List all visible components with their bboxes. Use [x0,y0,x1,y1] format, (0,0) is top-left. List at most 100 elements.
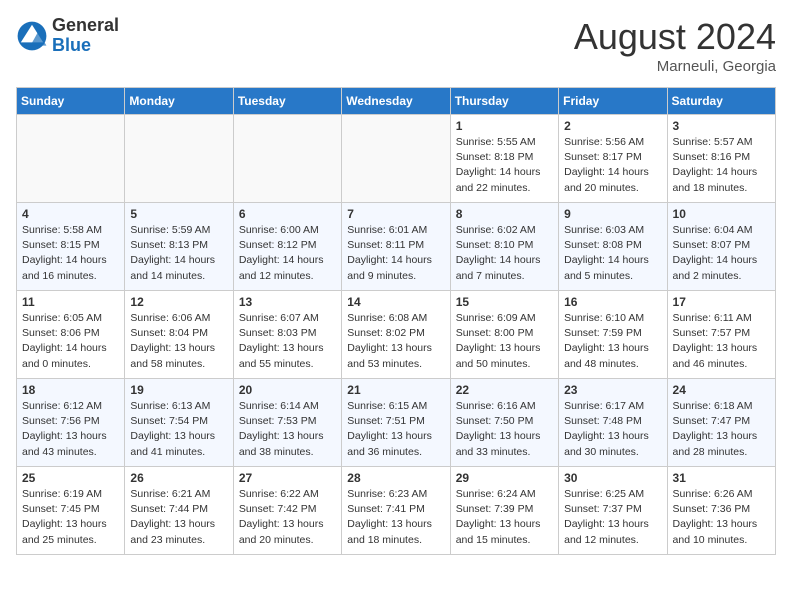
calendar-cell: 7Sunrise: 6:01 AM Sunset: 8:11 PM Daylig… [342,203,450,291]
calendar-cell: 27 Sunrise: 6:22 AM Sunset: 7:42 PM Dayli… [233,467,341,555]
day-info: Sunrise: 6:16 AM Sunset: 7:50 PM Dayligh… [456,399,553,460]
day-info: Sunrise: 6:19 AM Sunset: 7:45 PM Dayligh… [22,487,119,548]
calendar-cell: 22 Sunrise: 6:16 AM Sunset: 7:50 PM Dayli… [450,379,558,467]
weekday-header-saturday: Saturday [667,88,775,115]
calendar-cell: 29Sunrise: 6:24 AM Sunset: 7:39 PM Dayli… [450,467,558,555]
day-number: 28 [347,471,444,485]
day-info: Sunrise: 6:14 AM Sunset: 7:53 PM Dayligh… [239,399,336,460]
day-info: Sunrise: 6:24 AM Sunset: 7:39 PM Dayligh… [456,487,553,548]
day-number: 31 [673,471,770,485]
day-number: 6 [239,207,336,221]
day-info: Sunrise: 6:11 AM Sunset: 7:57 PM Dayligh… [673,311,770,372]
weekday-header-friday: Friday [559,88,667,115]
day-info: Sunrise: 6:21 AM Sunset: 7:44 PM Dayligh… [130,487,227,548]
day-info: Sunrise: 6:06 AM Sunset: 8:04 PM Dayligh… [130,311,227,372]
calendar-week-1: 1 Sunrise: 5:55 AM Sunset: 8:18 PM Daylig… [17,115,776,203]
day-number: 21 [347,383,444,397]
day-info: Sunrise: 5:55 AM Sunset: 8:18 PM Dayligh… [456,135,553,196]
calendar-cell: 14 Sunrise: 6:08 AM Sunset: 8:02 PM Dayli… [342,291,450,379]
day-number: 26 [130,471,227,485]
logo-icon [16,20,48,52]
day-info: Sunrise: 6:07 AM Sunset: 8:03 PM Dayligh… [239,311,336,372]
day-number: 12 [130,295,227,309]
day-number: 30 [564,471,661,485]
day-info: Sunrise: 6:09 AM Sunset: 8:00 PM Dayligh… [456,311,553,372]
day-number: 3 [673,119,770,133]
calendar-body: 1 Sunrise: 5:55 AM Sunset: 8:18 PM Daylig… [17,115,776,555]
calendar-cell: 18Sunrise: 6:12 AM Sunset: 7:56 PM Dayli… [17,379,125,467]
calendar-cell [342,115,450,203]
calendar-cell: 13Sunrise: 6:07 AM Sunset: 8:03 PM Dayli… [233,291,341,379]
calendar-cell: 1 Sunrise: 5:55 AM Sunset: 8:18 PM Daylig… [450,115,558,203]
day-info: Sunrise: 5:56 AM Sunset: 8:17 PM Dayligh… [564,135,661,196]
weekday-header-wednesday: Wednesday [342,88,450,115]
calendar-cell: 17 Sunrise: 6:11 AM Sunset: 7:57 PM Dayli… [667,291,775,379]
day-info: Sunrise: 6:10 AM Sunset: 7:59 PM Dayligh… [564,311,661,372]
day-number: 16 [564,295,661,309]
day-number: 19 [130,383,227,397]
day-info: Sunrise: 6:08 AM Sunset: 8:02 PM Dayligh… [347,311,444,372]
day-number: 17 [673,295,770,309]
calendar-cell: 26 Sunrise: 6:21 AM Sunset: 7:44 PM Dayli… [125,467,233,555]
day-info: Sunrise: 6:12 AM Sunset: 7:56 PM Dayligh… [22,399,119,460]
calendar-cell: 28 Sunrise: 6:23 AM Sunset: 7:41 PM Dayli… [342,467,450,555]
day-number: 9 [564,207,661,221]
calendar-cell: 19 Sunrise: 6:13 AM Sunset: 7:54 PM Dayli… [125,379,233,467]
day-info: Sunrise: 6:25 AM Sunset: 7:37 PM Dayligh… [564,487,661,548]
logo-text: General Blue [52,16,119,56]
day-info: Sunrise: 6:26 AM Sunset: 7:36 PM Dayligh… [673,487,770,548]
day-number: 5 [130,207,227,221]
day-number: 11 [22,295,119,309]
calendar-cell [233,115,341,203]
day-number: 8 [456,207,553,221]
day-info: Sunrise: 6:04 AM Sunset: 8:07 PM Dayligh… [673,223,770,284]
day-info: Sunrise: 6:22 AM Sunset: 7:42 PM Dayligh… [239,487,336,548]
day-number: 1 [456,119,553,133]
day-info: Sunrise: 6:13 AM Sunset: 7:54 PM Dayligh… [130,399,227,460]
day-number: 20 [239,383,336,397]
calendar-week-2: 4 Sunrise: 5:58 AM Sunset: 8:15 PM Daylig… [17,203,776,291]
day-number: 15 [456,295,553,309]
day-info: Sunrise: 5:57 AM Sunset: 8:16 PM Dayligh… [673,135,770,196]
calendar-cell: 6 Sunrise: 6:00 AM Sunset: 8:12 PM Daylig… [233,203,341,291]
weekday-header-tuesday: Tuesday [233,88,341,115]
calendar-cell: 4 Sunrise: 5:58 AM Sunset: 8:15 PM Daylig… [17,203,125,291]
calendar-cell: 16 Sunrise: 6:10 AM Sunset: 7:59 PM Dayli… [559,291,667,379]
calendar-cell: 25 Sunrise: 6:19 AM Sunset: 7:45 PM Dayli… [17,467,125,555]
day-number: 27 [239,471,336,485]
day-number: 25 [22,471,119,485]
day-info: Sunrise: 6:01 AM Sunset: 8:11 PM Dayligh… [347,223,444,284]
calendar-week-3: 11 Sunrise: 6:05 AM Sunset: 8:06 PM Dayli… [17,291,776,379]
calendar-table: SundayMondayTuesdayWednesdayThursdayFrid… [16,87,776,555]
logo: General Blue [16,16,119,56]
day-info: Sunrise: 6:02 AM Sunset: 8:10 PM Dayligh… [456,223,553,284]
day-info: Sunrise: 6:00 AM Sunset: 8:12 PM Dayligh… [239,223,336,284]
calendar-week-5: 25 Sunrise: 6:19 AM Sunset: 7:45 PM Dayli… [17,467,776,555]
month-year: August 2024 [574,16,776,58]
calendar-cell: 31 Sunrise: 6:26 AM Sunset: 7:36 PM Dayli… [667,467,775,555]
title-block: August 2024 Marneuli, Georgia [574,16,776,75]
day-info: Sunrise: 6:23 AM Sunset: 7:41 PM Dayligh… [347,487,444,548]
day-info: Sunrise: 5:59 AM Sunset: 8:13 PM Dayligh… [130,223,227,284]
location: Marneuli, Georgia [574,58,776,75]
calendar-cell: 11 Sunrise: 6:05 AM Sunset: 8:06 PM Dayli… [17,291,125,379]
weekday-header-thursday: Thursday [450,88,558,115]
calendar-cell: 3 Sunrise: 5:57 AM Sunset: 8:16 PM Daylig… [667,115,775,203]
day-info: Sunrise: 6:15 AM Sunset: 7:51 PM Dayligh… [347,399,444,460]
calendar-cell: 21 Sunrise: 6:15 AM Sunset: 7:51 PM Dayli… [342,379,450,467]
day-number: 4 [22,207,119,221]
calendar-cell: 2 Sunrise: 5:56 AM Sunset: 8:17 PM Daylig… [559,115,667,203]
weekday-header-sunday: Sunday [17,88,125,115]
day-info: Sunrise: 5:58 AM Sunset: 8:15 PM Dayligh… [22,223,119,284]
day-number: 23 [564,383,661,397]
day-number: 14 [347,295,444,309]
logo-blue: Blue [52,35,91,55]
day-number: 22 [456,383,553,397]
day-info: Sunrise: 6:18 AM Sunset: 7:47 PM Dayligh… [673,399,770,460]
day-number: 2 [564,119,661,133]
calendar-week-4: 18Sunrise: 6:12 AM Sunset: 7:56 PM Dayli… [17,379,776,467]
day-number: 10 [673,207,770,221]
header: General Blue August 2024 Marneuli, Georg… [16,16,776,75]
day-info: Sunrise: 6:05 AM Sunset: 8:06 PM Dayligh… [22,311,119,372]
calendar-cell: 15 Sunrise: 6:09 AM Sunset: 8:00 PM Dayli… [450,291,558,379]
